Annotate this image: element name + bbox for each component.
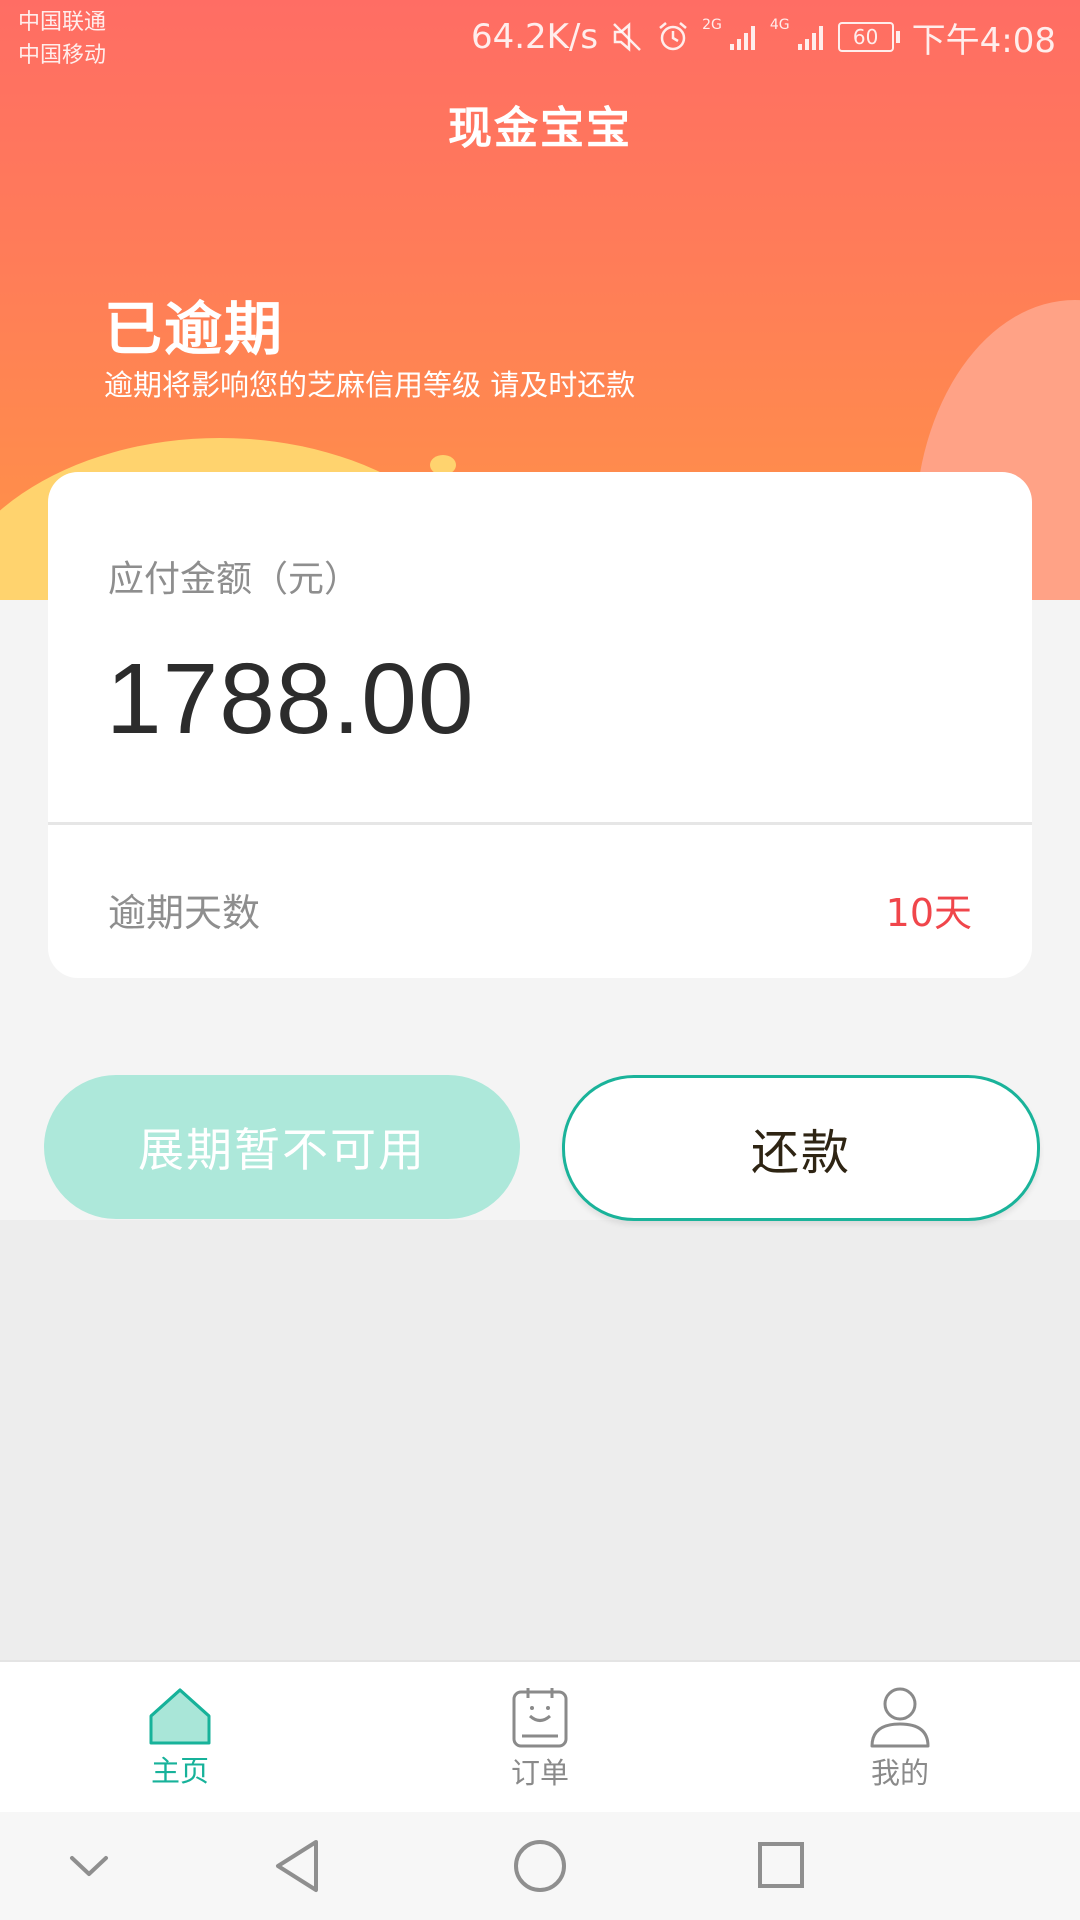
- net-type-2g: 2G: [702, 17, 722, 33]
- app-title: 现金宝宝: [448, 103, 632, 154]
- repay-button[interactable]: 还款: [562, 1075, 1040, 1221]
- battery-tip: [895, 31, 900, 43]
- carrier-1: 中国联通: [18, 10, 107, 35]
- signal-icon: [728, 22, 758, 52]
- carrier-info: 中国联通 中国移动: [18, 6, 106, 72]
- battery-level: 60: [837, 22, 894, 52]
- nav-label-home: 主页: [150, 1754, 209, 1788]
- nav-label-profile: 我的: [870, 1756, 929, 1790]
- alarm-icon: [656, 20, 690, 54]
- bottom-nav: 主页 订单 我的: [0, 1660, 1080, 1814]
- amount-value: 1788.00: [106, 643, 475, 755]
- overdue-days-label: 逾期天数: [108, 891, 261, 935]
- chevron-down-icon[interactable]: [66, 1852, 112, 1882]
- status-indicators: 64.2K/s 2G 4G 60 下午4:08: [470, 14, 1056, 61]
- net-speed: 64.2K/s: [470, 17, 599, 57]
- nav-item-profile[interactable]: 我的: [780, 1662, 1020, 1814]
- system-nav-bar: [0, 1812, 1080, 1920]
- overdue-status-title: 已逾期: [104, 295, 285, 363]
- net-type-4g: 4G: [769, 17, 790, 33]
- payment-card: 应付金额（元） 1788.00 逾期天数 10天: [48, 472, 1032, 978]
- profile-icon: [868, 1662, 932, 1748]
- recents-icon[interactable]: [756, 1840, 806, 1890]
- order-icon: [510, 1662, 570, 1748]
- overdue-status-subtitle: 逾期将影响您的芝麻信用等级 请及时还款: [104, 368, 636, 402]
- home-circle-icon[interactable]: [512, 1838, 568, 1894]
- nav-item-home[interactable]: 主页: [60, 1662, 300, 1814]
- status-bar: 中国联通 中国移动 64.2K/s 2G 4G 60 下午4:08: [0, 0, 1080, 72]
- mute-icon: [610, 20, 644, 54]
- amount-label: 应付金额（元）: [108, 559, 361, 600]
- screen: 中国联通 中国移动 64.2K/s 2G 4G 60 下午4:08 现金宝宝 已…: [0, 0, 1080, 1920]
- signal-icon-2: [796, 22, 826, 52]
- back-icon[interactable]: [272, 1838, 322, 1894]
- nav-label-orders: 订单: [510, 1756, 569, 1790]
- extend-button[interactable]: 展期暂不可用: [44, 1075, 520, 1219]
- nav-item-orders[interactable]: 订单: [420, 1662, 660, 1814]
- overdue-days-value: 10天: [885, 891, 972, 935]
- clock: 下午4:08: [911, 20, 1056, 61]
- battery-icon: 60: [837, 22, 900, 52]
- card-divider: [48, 822, 1032, 825]
- carrier-2: 中国移动: [18, 43, 107, 68]
- home-icon: [147, 1662, 213, 1746]
